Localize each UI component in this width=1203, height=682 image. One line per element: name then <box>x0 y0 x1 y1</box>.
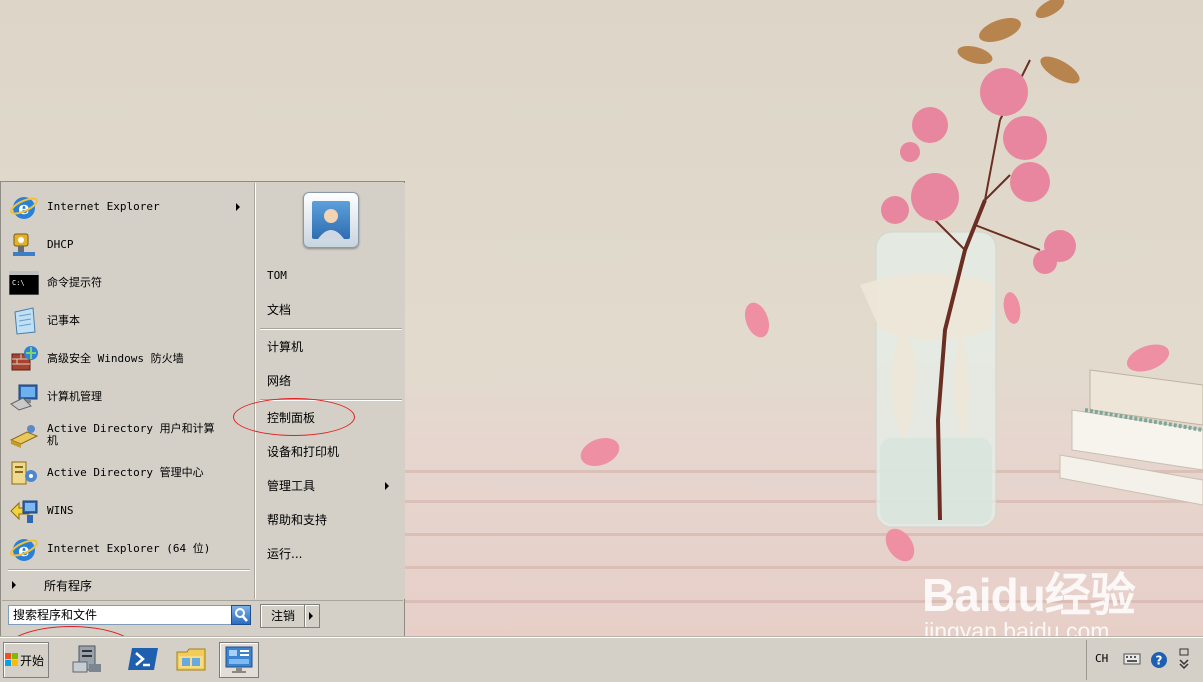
place-label: 文档 <box>267 303 292 317</box>
place-devices-printers[interactable]: 设备和打印机 <box>267 442 397 462</box>
books-illustration <box>1059 369 1203 506</box>
taskbar-options-icon[interactable] <box>1177 648 1191 673</box>
system-tray: CH ? <box>1086 640 1203 680</box>
program-label: Active Directory 用户和计算机 <box>47 422 215 447</box>
program-firewall[interactable]: 高级安全 Windows 防火墙 <box>8 341 248 377</box>
wins-icon <box>8 495 40 527</box>
place-user-folder[interactable]: TOM <box>267 266 397 286</box>
place-label: 计算机 <box>267 340 304 354</box>
shutdown-options-button[interactable] <box>304 604 320 628</box>
start-button[interactable]: 开始 <box>3 642 49 678</box>
taskbar-server-manager[interactable] <box>68 642 106 676</box>
place-computer[interactable]: 计算机 <box>267 337 397 357</box>
program-notepad[interactable]: 记事本 <box>8 303 248 339</box>
program-label: 记事本 <box>47 314 80 327</box>
place-label: 管理工具 <box>267 479 316 493</box>
program-label: Internet Explorer <box>47 200 160 213</box>
taskbar: 开始 CH ? <box>0 637 1203 682</box>
program-dhcp[interactable]: DHCP <box>8 227 248 263</box>
server-manager-icon <box>72 645 101 673</box>
firewall-icon <box>8 343 40 375</box>
divider <box>260 399 402 401</box>
place-documents[interactable]: 文档 <box>267 300 397 320</box>
chevron-right-icon <box>309 612 313 620</box>
place-help-support[interactable]: 帮助和支持 <box>267 510 397 530</box>
submenu-arrow-icon <box>236 203 240 211</box>
program-wins[interactable]: WINS <box>8 493 248 529</box>
help-icon[interactable]: ? <box>1150 651 1168 672</box>
windows-logo-icon <box>5 653 18 666</box>
place-control-panel[interactable]: 控制面板 <box>267 408 397 428</box>
all-programs-label: 所有程序 <box>44 578 93 593</box>
powershell-icon <box>128 648 158 670</box>
program-internet-explorer-64[interactable]: e Internet Explorer (64 位) <box>8 531 248 567</box>
start-menu-bottom-bar: 搜索程序和文件 注销 <box>2 600 403 635</box>
taskbar-windows-explorer[interactable] <box>172 642 210 676</box>
ad-admin-center-icon <box>8 457 40 489</box>
program-label: Internet Explorer (64 位) <box>47 542 211 555</box>
command-prompt-icon: C:\ <box>8 267 40 299</box>
place-label: 运行... <box>267 547 303 561</box>
language-indicator[interactable]: CH <box>1095 652 1108 665</box>
place-label: 设备和打印机 <box>267 445 340 459</box>
submenu-arrow-icon <box>385 482 389 490</box>
watermark-site: jingyan.baidu.com <box>924 618 1110 637</box>
search-button[interactable] <box>231 605 251 625</box>
keyboard-icon[interactable] <box>1123 652 1141 669</box>
watermark-logo: Baidu经验 <box>922 569 1136 621</box>
search-icon <box>235 608 248 622</box>
program-label: 命令提示符 <box>47 276 102 289</box>
expand-arrow-icon <box>12 581 16 589</box>
internet-explorer-icon: e <box>8 533 40 565</box>
places-pane: TOM 文档 计算机 网络 控制面板 设备和打印机 管理工具 帮助和支持 运行.… <box>255 183 405 599</box>
program-command-prompt[interactable]: C:\ 命令提示符 <box>8 265 248 301</box>
svg-text:C:\: C:\ <box>12 279 25 287</box>
taskbar-control-panel[interactable] <box>219 642 259 678</box>
place-label: 帮助和支持 <box>267 513 328 527</box>
program-label: 计算机管理 <box>47 390 102 403</box>
program-ad-users-computers[interactable]: Active Directory 用户和计算机 <box>8 417 248 453</box>
all-programs-button[interactable]: 所有程序 <box>8 575 248 595</box>
search-input[interactable]: 搜索程序和文件 <box>8 605 232 625</box>
internet-explorer-icon: e <box>8 191 40 223</box>
place-network[interactable]: 网络 <box>267 371 397 391</box>
place-label: TOM <box>267 269 287 282</box>
program-label: WINS <box>47 504 74 517</box>
place-admin-tools[interactable]: 管理工具 <box>267 476 397 496</box>
logoff-button[interactable]: 注销 <box>260 604 306 628</box>
place-label: 控制面板 <box>267 411 316 425</box>
program-label: Active Directory 管理中心 <box>47 466 204 479</box>
windows-explorer-icon <box>176 648 206 671</box>
notepad-icon <box>8 305 40 337</box>
divider <box>260 328 402 330</box>
taskbar-powershell[interactable] <box>124 642 162 676</box>
start-menu: e Internet Explorer DHCP C:\ 命令提示符 记事本 高… <box>0 181 405 637</box>
programs-pane: e Internet Explorer DHCP C:\ 命令提示符 记事本 高… <box>2 183 254 599</box>
ad-users-icon <box>8 419 40 451</box>
dhcp-icon <box>8 229 40 261</box>
svg-text:?: ? <box>1156 654 1163 668</box>
program-label: 高级安全 Windows 防火墙 <box>47 352 184 365</box>
user-picture[interactable] <box>303 192 359 248</box>
divider <box>8 569 250 571</box>
computer-management-icon <box>8 381 40 413</box>
baidu-watermark: Baidu经验 jingyan.baidu.com <box>922 569 1136 637</box>
program-computer-management[interactable]: 计算机管理 <box>8 379 248 415</box>
control-panel-icon <box>225 646 253 673</box>
program-ad-admin-center[interactable]: Active Directory 管理中心 <box>8 455 248 491</box>
start-label: 开始 <box>20 653 45 668</box>
program-internet-explorer[interactable]: e Internet Explorer <box>8 189 248 225</box>
user-avatar-icon <box>312 201 350 239</box>
place-label: 网络 <box>267 374 292 388</box>
program-label: DHCP <box>47 238 74 251</box>
place-run[interactable]: 运行... <box>267 544 397 564</box>
